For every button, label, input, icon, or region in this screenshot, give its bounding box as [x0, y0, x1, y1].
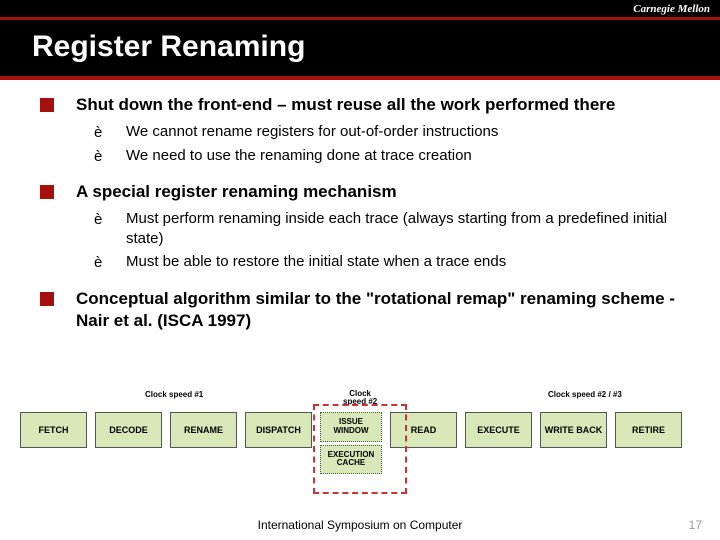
bullet-2-text: A special register renaming mechanism [76, 181, 690, 203]
stage-fetch: FETCH [20, 412, 87, 448]
square-bullet-icon [40, 292, 54, 306]
stage-decode: DECODE [95, 412, 162, 448]
sub-bullet: è Must be able to restore the initial st… [94, 252, 690, 272]
stage-writeback: WRITE BACK [540, 412, 607, 448]
stage-dispatch: DISPATCH [245, 412, 312, 448]
top-strip: Carnegie Mellon [0, 0, 720, 20]
bullet-2: A special register renaming mechanism è … [40, 181, 690, 282]
content-area: Shut down the front-end – must reuse all… [0, 80, 720, 332]
stage-read: READ [390, 412, 457, 448]
pipeline-diagram: Clock speed #1 Clockspeed #2 Clock speed… [20, 390, 700, 474]
square-bullet-icon [40, 185, 54, 199]
arrow-icon: è [94, 253, 102, 273]
sub-text: We cannot rename registers for out-of-or… [126, 123, 498, 140]
stage-issue-window: ISSUE WINDOW [320, 412, 382, 442]
clock-label-1: Clock speed #1 [145, 390, 203, 399]
sub-bullet: è We need to use the renaming done at tr… [94, 146, 690, 166]
bullet-3: Conceptual algorithm similar to the "rot… [40, 288, 690, 332]
arrow-icon: è [94, 123, 102, 143]
clock-label-3: Clock speed #2 / #3 [548, 390, 622, 399]
title-band: Register Renaming [0, 20, 720, 76]
footer-venue: International Symposium on Computer [0, 518, 720, 532]
org-label: Carnegie Mellon [633, 3, 710, 15]
sub-text: Must perform renaming inside each trace … [126, 210, 667, 247]
sub-text: We need to use the renaming done at trac… [126, 147, 472, 164]
bullet-1: Shut down the front-end – must reuse all… [40, 94, 690, 175]
square-bullet-icon [40, 98, 54, 112]
page-number: 17 [689, 518, 702, 532]
clock-label-2: Clockspeed #2 [343, 390, 377, 406]
arrow-icon: è [94, 147, 102, 167]
bullet-3-text: Conceptual algorithm similar to the "rot… [76, 288, 690, 332]
sub-bullet: è Must perform renaming inside each trac… [94, 209, 690, 248]
sub-bullet: è We cannot rename registers for out-of-… [94, 122, 690, 142]
sub-text: Must be able to restore the initial stat… [126, 253, 506, 270]
stage-retire: RETIRE [615, 412, 682, 448]
arrow-icon: è [94, 210, 102, 230]
stage-execute: EXECUTE [465, 412, 532, 448]
stage-rename: RENAME [170, 412, 237, 448]
bullet-1-text: Shut down the front-end – must reuse all… [76, 94, 690, 116]
page-title: Register Renaming [32, 30, 704, 64]
stage-execution-cache: EXECUTION CACHE [320, 445, 382, 475]
